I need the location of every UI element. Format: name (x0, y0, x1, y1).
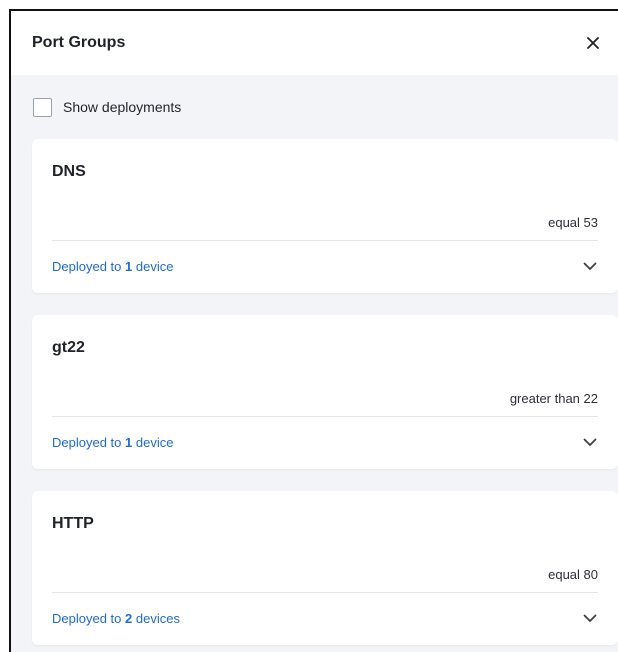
port-group-value: equal 80 (548, 567, 598, 582)
show-deployments-checkbox[interactable] (33, 97, 52, 117)
port-group-value: greater than 22 (509, 391, 598, 406)
chevron-down-icon[interactable] (582, 435, 598, 451)
port-group-card-gt22: gt22 greater than 22 Deployed to 1 devic… (32, 315, 618, 469)
deployed-to-text: Deployed to 2 devices (52, 611, 180, 626)
panel-title: Port Groups (32, 34, 126, 51)
deploy-count: 2 (125, 611, 133, 626)
deployments-expander[interactable]: Deployed to 1 device (52, 416, 598, 469)
port-group-name: gt22 (52, 339, 85, 356)
port-group-name: DNS (52, 163, 86, 180)
deployed-to-text: Deployed to 1 device (52, 259, 173, 274)
port-group-value: equal 53 (548, 215, 598, 230)
deploy-prefix: Deployed to (52, 435, 122, 450)
port-group-card-http: HTTP equal 80 Deployed to 2 devices (32, 491, 618, 645)
deploy-suffix: devices (135, 611, 180, 626)
show-deployments-toggle: Show deployments (11, 75, 618, 139)
deployed-to-text: Deployed to 1 device (52, 435, 173, 450)
deploy-prefix: Deployed to (52, 259, 122, 274)
close-button[interactable] (582, 32, 604, 54)
port-group-list: DNS equal 53 Deployed to 1 device gt22 g… (11, 139, 618, 645)
port-group-name: HTTP (52, 515, 94, 532)
port-group-card-dns: DNS equal 53 Deployed to 1 device (32, 139, 618, 293)
deployments-expander[interactable]: Deployed to 2 devices (52, 592, 598, 645)
chevron-down-icon[interactable] (582, 259, 598, 275)
deploy-suffix: device (135, 435, 174, 450)
deploy-prefix: Deployed to (52, 611, 122, 626)
deploy-suffix: device (135, 259, 174, 274)
deployments-expander[interactable]: Deployed to 1 device (52, 240, 598, 293)
panel-header: Port Groups (11, 11, 618, 75)
deploy-count: 1 (125, 259, 133, 274)
deploy-count: 1 (125, 435, 133, 450)
port-groups-panel: Port Groups Show deployments DNS equal 5… (9, 9, 618, 652)
show-deployments-label: Show deployments (63, 99, 182, 115)
close-icon (587, 37, 599, 49)
chevron-down-icon[interactable] (582, 611, 598, 627)
